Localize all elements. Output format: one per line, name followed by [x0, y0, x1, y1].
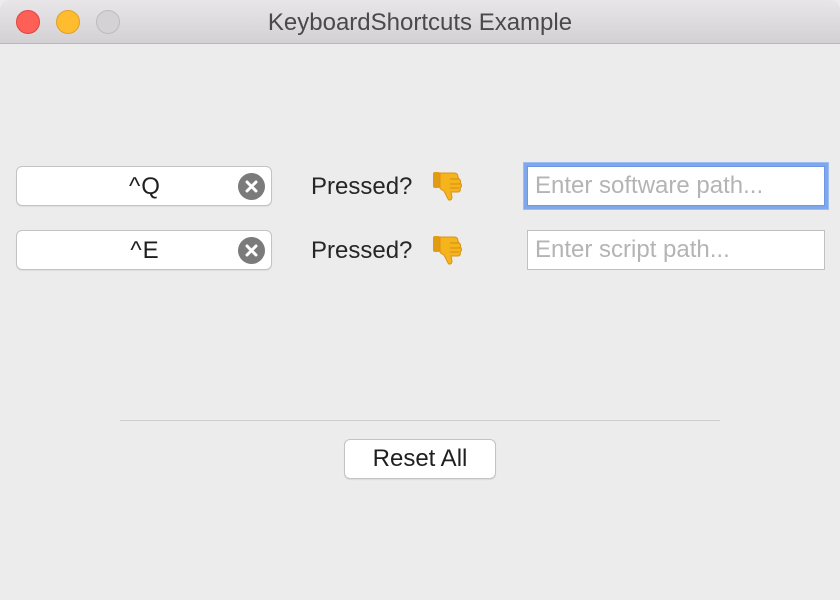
clear-x-icon	[245, 180, 258, 193]
shortcut-key-label: ^E	[130, 237, 160, 264]
pressed-label: Pressed?	[311, 173, 413, 200]
clear-shortcut-button[interactable]	[238, 237, 265, 264]
window-title: KeyboardShortcuts Example	[267, 9, 573, 36]
app-window: KeyboardShortcuts Example ^Q Pressed? ^E…	[0, 0, 840, 600]
reset-all-button[interactable]: Reset All	[344, 439, 496, 479]
clear-x-icon	[245, 244, 258, 257]
script-path-input[interactable]	[527, 230, 825, 270]
thumbs-down-icon	[430, 169, 464, 208]
clear-shortcut-button[interactable]	[238, 173, 265, 200]
shortcut-recorder-execute[interactable]: ^E	[16, 230, 272, 270]
thumbs-down-icon	[430, 233, 464, 272]
shortcut-key-label: ^Q	[129, 173, 161, 200]
title-bar[interactable]: KeyboardShortcuts Example	[0, 0, 840, 44]
shortcut-recorder-quit[interactable]: ^Q	[16, 166, 272, 206]
pressed-label: Pressed?	[311, 237, 413, 264]
separator-line	[120, 420, 720, 421]
software-path-input[interactable]	[527, 166, 825, 206]
